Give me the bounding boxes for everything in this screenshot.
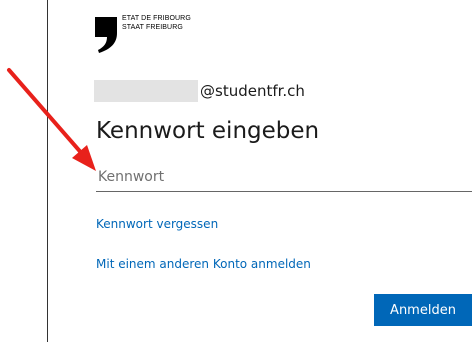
logo-text: ETAT DE FRIBOURG STAAT FREIBURG <box>122 14 191 32</box>
account-email-domain: @studentfr.ch <box>200 82 305 100</box>
forgot-password-link[interactable]: Kennwort vergessen <box>96 216 218 232</box>
window-left-border <box>47 0 48 342</box>
password-input[interactable] <box>96 163 472 192</box>
sign-in-button[interactable]: Anmelden <box>374 294 472 326</box>
other-account-link[interactable]: Mit einem anderen Konto anmelden <box>96 256 311 272</box>
fribourg-logo-icon <box>95 17 117 53</box>
logo-line-1: ETAT DE FRIBOURG <box>122 15 191 22</box>
logo-line-2: STAAT FREIBURG <box>122 24 183 31</box>
page-title: Kennwort eingeben <box>96 118 320 144</box>
redacted-username <box>94 80 198 102</box>
